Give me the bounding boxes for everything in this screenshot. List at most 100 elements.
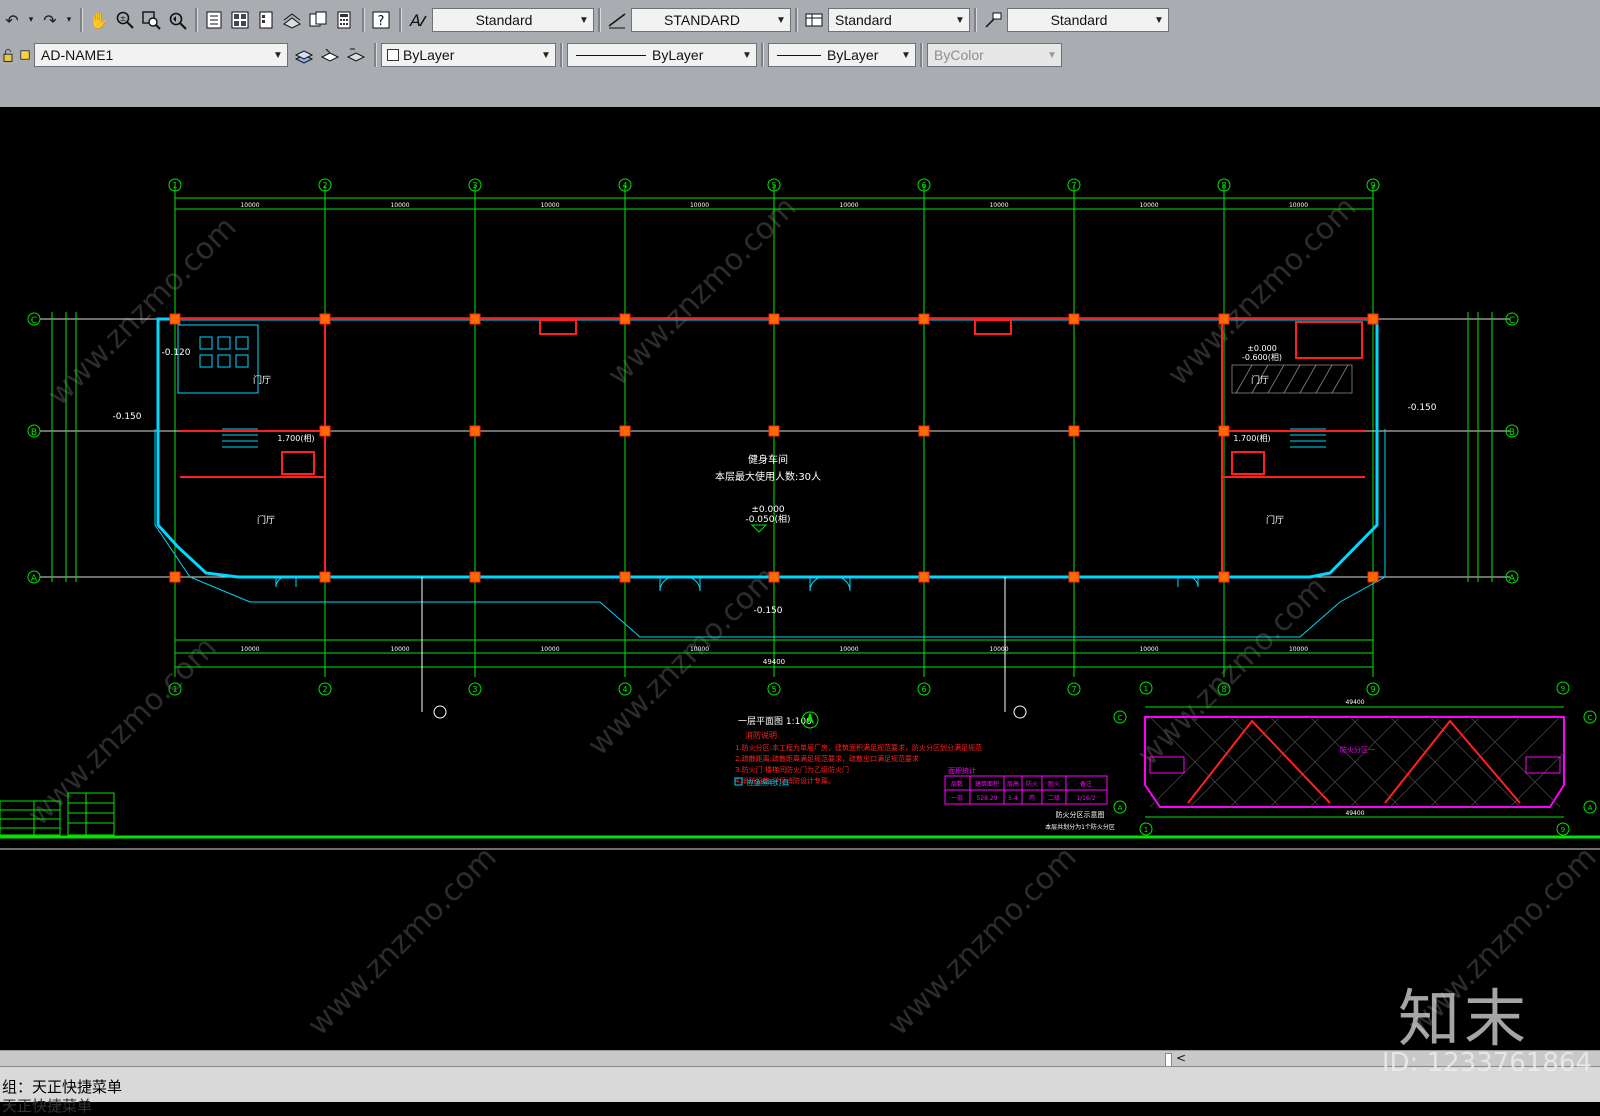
plan-title: 一层平面图 1:100 [738, 716, 812, 727]
structural-column [918, 313, 930, 325]
properties-icon[interactable] [202, 8, 226, 32]
grid-bubble-label: 2 [322, 181, 327, 190]
evacuation-route [1187, 719, 1521, 804]
grid-bubble-label: 1 [172, 685, 177, 694]
layer-lock-icon[interactable] [0, 43, 16, 67]
redo-icon[interactable]: ↷ [38, 8, 62, 32]
axis-label-c: C [1509, 316, 1515, 326]
separator [974, 8, 977, 32]
grid-bubble-label: 9 [1370, 685, 1375, 694]
structural-column [1068, 313, 1080, 325]
fire-note-line: 2.疏散距离:疏散距离满足规范要求，疏散出口满足规范要求 [735, 754, 919, 763]
table-cell: 丙 [1029, 795, 1035, 802]
table-cell: 二级 [1048, 794, 1060, 802]
grid-bubble-label: 4 [622, 181, 627, 190]
lineweight-sample [777, 54, 821, 56]
separator [560, 43, 563, 67]
horizontal-axis-lines [40, 318, 1510, 578]
chevron-down-icon: ▼ [776, 14, 786, 26]
right-dimension-lines [1467, 312, 1493, 582]
tool-palettes-icon[interactable] [254, 8, 278, 32]
multileader-style-icon[interactable] [981, 8, 1005, 32]
table-style-dropdown[interactable]: Standard ▼ [828, 8, 970, 32]
table-cell: 1/16/2 [1076, 795, 1095, 802]
span-dimension-text: 10000 [540, 646, 559, 653]
calculator-icon[interactable] [332, 8, 356, 32]
level-mark-stair-right: 1.700(相) [1233, 433, 1270, 443]
chevron-down-icon: ▼ [1154, 14, 1164, 26]
grid-bubble-label: 6 [921, 181, 926, 190]
layer-previous-icon[interactable] [344, 43, 368, 67]
fire-note-line: 1.防火分区:本工程为单层厂房，建筑面积满足规范要求，防火分区划分满足规范 [735, 743, 982, 752]
layer-properties-icon[interactable] [292, 43, 316, 67]
make-current-layer-icon[interactable] [318, 43, 342, 67]
structural-column [619, 571, 631, 583]
grid-bubble-label: 5 [771, 685, 776, 694]
scroll-left-icon[interactable]: < [1176, 1051, 1186, 1065]
text-style-dropdown[interactable]: Standard ▼ [432, 8, 594, 32]
plot-style-dropdown: ByColor ▼ [927, 43, 1062, 67]
structural-column [319, 425, 331, 437]
level-mark-main-sub: -0.050(相) [745, 513, 790, 525]
dropdown-arrow-icon[interactable]: ▾ [26, 8, 36, 32]
separator [920, 43, 923, 67]
zoom-previous-icon[interactable] [165, 8, 189, 32]
table-cell: 528.29 [977, 795, 998, 802]
chevron-down-icon: ▼ [579, 14, 589, 26]
table-style-icon[interactable] [802, 8, 826, 32]
design-center-icon[interactable] [228, 8, 252, 32]
structural-column [319, 571, 331, 583]
span-dimension-text: 10000 [540, 202, 559, 209]
horizontal-scrollbar[interactable]: < [0, 1050, 1600, 1067]
grid-bubble-label: 6 [921, 685, 926, 694]
pan-hand-icon[interactable]: ✋ [87, 8, 111, 32]
text-style-icon[interactable]: A [406, 8, 430, 32]
zoom-realtime-icon[interactable]: ± [113, 8, 137, 32]
linetype-dropdown[interactable]: ByLayer ▼ [567, 43, 757, 67]
grid-bubble-label: 8 [1221, 685, 1226, 694]
table-header: 层高 [1007, 780, 1019, 788]
color-dropdown[interactable]: ByLayer ▼ [381, 43, 556, 67]
undo-icon[interactable]: ↶ [0, 8, 24, 32]
grid-bubble-label: 7 [1071, 181, 1076, 190]
zoom-window-icon[interactable] [139, 8, 163, 32]
scrollbar-thumb[interactable] [1165, 1053, 1172, 1067]
grid-bubble-label: 8 [1221, 181, 1226, 190]
grid-bubble-label: 9 [1370, 181, 1375, 190]
dropdown-arrow-icon[interactable]: ▾ [64, 8, 74, 32]
structural-column [469, 571, 481, 583]
toolbar-row-layers: AD-NAME1 ▼ ByLayer ▼ ByLayer ▼ ByLayer ▼ [0, 40, 1062, 70]
layer-dropdown[interactable]: AD-NAME1 ▼ [34, 43, 288, 67]
help-icon[interactable]: ? [369, 8, 393, 32]
dim-style-dropdown[interactable]: STANDARD ▼ [631, 8, 791, 32]
dim-style-icon[interactable] [605, 8, 629, 32]
fire-zone-label: 防火分区一 [1340, 745, 1375, 754]
span-dimension-text: 10000 [839, 646, 858, 653]
structural-column [169, 571, 181, 583]
watermark-text: www.znzmo.com [41, 210, 244, 413]
level-mark-main: ±0.000 [751, 505, 785, 515]
chevron-down-icon: ▼ [955, 14, 965, 26]
restroom-left [177, 324, 259, 394]
multileader-style-dropdown[interactable]: Standard ▼ [1007, 8, 1169, 32]
floor-plan-drawing[interactable]: www.znzmo.com www.znzmo.com www.znzmo.co… [0, 107, 1600, 1050]
layer-color-swatch-icon [18, 43, 32, 67]
fire-zone-crosshatch [1149, 716, 1565, 808]
markup-icon[interactable] [306, 8, 330, 32]
span-dimension-text: 10000 [989, 202, 1008, 209]
chevron-down-icon: ▼ [541, 49, 551, 61]
fire-axis-c: C [1118, 714, 1123, 722]
sheet-set-icon[interactable] [280, 8, 304, 32]
structural-column [169, 313, 181, 325]
command-line[interactable]: 组：天正快捷菜单 天正快捷菜单 [0, 1066, 1600, 1115]
drawing-canvas[interactable]: www.znzmo.com www.znzmo.com www.znzmo.co… [0, 107, 1600, 1050]
watermark-text: www.znzmo.com [881, 840, 1084, 1043]
toolbar-area: ↶ ▾ ↷ ▾ ✋ ± ? A Standard ▼ STANDARD ▼ St… [0, 0, 1600, 109]
area-table-title: 面积统计 [948, 766, 976, 775]
structural-column [1367, 571, 1379, 583]
span-dimension-text: 10000 [1139, 202, 1158, 209]
axis-label-c: C [31, 316, 37, 326]
lineweight-dropdown[interactable]: ByLayer ▼ [768, 43, 916, 67]
table-header: 防火 [1026, 780, 1038, 788]
table-cell: 一层 [951, 795, 963, 802]
